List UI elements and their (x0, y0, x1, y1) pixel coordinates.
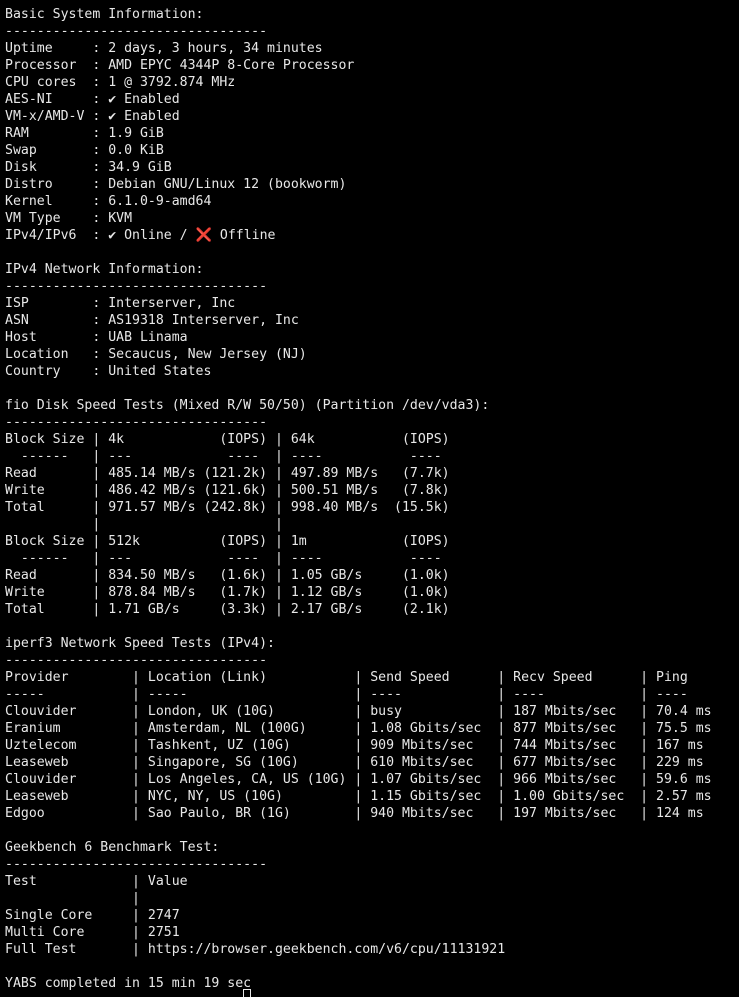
terminal-line: Provider | Location (Link) | Send Speed … (5, 670, 688, 685)
terminal-line: Read | 834.50 MB/s (1.6k) | 1.05 GB/s (1… (5, 568, 450, 583)
terminal-line: --------------------------------- (5, 279, 268, 294)
ipv6-status-prefix: IPv4/IPv6 : ✔ Online / (5, 228, 196, 243)
terminal-line: Test | Value (5, 874, 188, 889)
terminal-line: Basic System Information: (5, 7, 204, 22)
terminal-line: Disk : 34.9 GiB (5, 160, 172, 175)
terminal-line: Processor : AMD EPYC 4344P 8-Core Proces… (5, 58, 355, 73)
terminal-line: Single Core | 2747 (5, 908, 180, 923)
terminal-line: ASN : AS19318 Interserver, Inc (5, 313, 299, 328)
terminal-line: VM-x/AMD-V : ✔ Enabled (5, 109, 180, 124)
terminal-line: Distro : Debian GNU/Linux 12 (bookworm) (5, 177, 347, 192)
terminal-line: Leaseweb | NYC, NY, US (10G) | 1.15 Gbit… (5, 789, 712, 804)
terminal-line: | (5, 891, 140, 906)
terminal-line: Uptime : 2 days, 3 hours, 34 minutes (5, 41, 323, 56)
terminal-line: ------ | --- ---- | ---- ---- (5, 449, 442, 464)
terminal-line: ----- | ----- | ---- | ---- | ---- (5, 687, 688, 702)
terminal-line: iperf3 Network Speed Tests (IPv4): (5, 636, 275, 651)
terminal-line: Multi Core | 2751 (5, 925, 180, 940)
terminal-line: Write | 486.42 MB/s (121.6k) | 500.51 MB… (5, 483, 450, 498)
terminal-line: Total | 971.57 MB/s (242.8k) | 998.40 MB… (5, 500, 450, 515)
terminal-line: Clouvider | London, UK (10G) | busy | 18… (5, 704, 712, 719)
terminal-line: Host : UAB Linama (5, 330, 188, 345)
terminal-line: Total | 1.71 GB/s (3.3k) | 2.17 GB/s (2.… (5, 602, 450, 617)
terminal-line: | | (5, 517, 283, 532)
terminal-line: AES-NI : ✔ Enabled (5, 92, 180, 107)
terminal-line: Write | 878.84 MB/s (1.7k) | 1.12 GB/s (… (5, 585, 450, 600)
terminal-line: CPU cores : 1 @ 3792.874 MHz (5, 75, 236, 90)
terminal-window[interactable]: Basic System Information: ---------------… (0, 0, 739, 995)
terminal-line: IPv4 Network Information: (5, 262, 204, 277)
terminal-line: Leaseweb | Singapore, SG (10G) | 610 Mbi… (5, 755, 704, 770)
terminal-line: RAM : 1.9 GiB (5, 126, 164, 141)
terminal-line: IPv4/IPv6 : ✔ Online / ❌ Offline (5, 227, 739, 244)
terminal-line: Uztelecom | Tashkent, UZ (10G) | 909 Mbi… (5, 738, 704, 753)
terminal-line: --------------------------------- (5, 857, 268, 872)
terminal-line: Clouvider | Los Angeles, CA, US (10G) | … (5, 772, 712, 787)
terminal-line: Location : Secaucus, New Jersey (NJ) (5, 347, 307, 362)
terminal-line: fio Disk Speed Tests (Mixed R/W 50/50) (… (5, 398, 490, 413)
terminal-line: Read | 485.14 MB/s (121.2k) | 497.89 MB/… (5, 466, 450, 481)
terminal-line: VM Type : KVM (5, 211, 133, 226)
terminal-line: ------ | --- ---- | ---- ---- (5, 551, 442, 566)
terminal-line: Edgoo | Sao Paulo, BR (1G) | 940 Mbits/s… (5, 806, 704, 821)
terminal-line: Block Size | 4k (IOPS) | 64k (IOPS) (5, 432, 450, 447)
terminal-line: Swap : 0.0 KiB (5, 143, 164, 158)
terminal-line: Kernel : 6.1.0-9-amd64 (5, 194, 212, 209)
terminal-line: --------------------------------- (5, 24, 268, 39)
terminal-line: --------------------------------- (5, 653, 268, 668)
terminal-line: Geekbench 6 Benchmark Test: (5, 840, 220, 855)
prompt-line (5, 987, 251, 997)
terminal-line: Block Size | 512k (IOPS) | 1m (IOPS) (5, 534, 450, 549)
terminal-line: Eranium | Amsterdam, NL (100G) | 1.08 Gb… (5, 721, 712, 736)
offline-cross-icon: ❌ (195, 228, 212, 243)
terminal-line: --------------------------------- (5, 415, 268, 430)
terminal-cursor (243, 989, 251, 997)
terminal-line: Full Test | https://browser.geekbench.co… (5, 942, 506, 957)
terminal-line: ISP : Interserver, Inc (5, 296, 236, 311)
ipv6-status-suffix: Offline (211, 228, 276, 243)
terminal-line: Country : United States (5, 364, 212, 379)
